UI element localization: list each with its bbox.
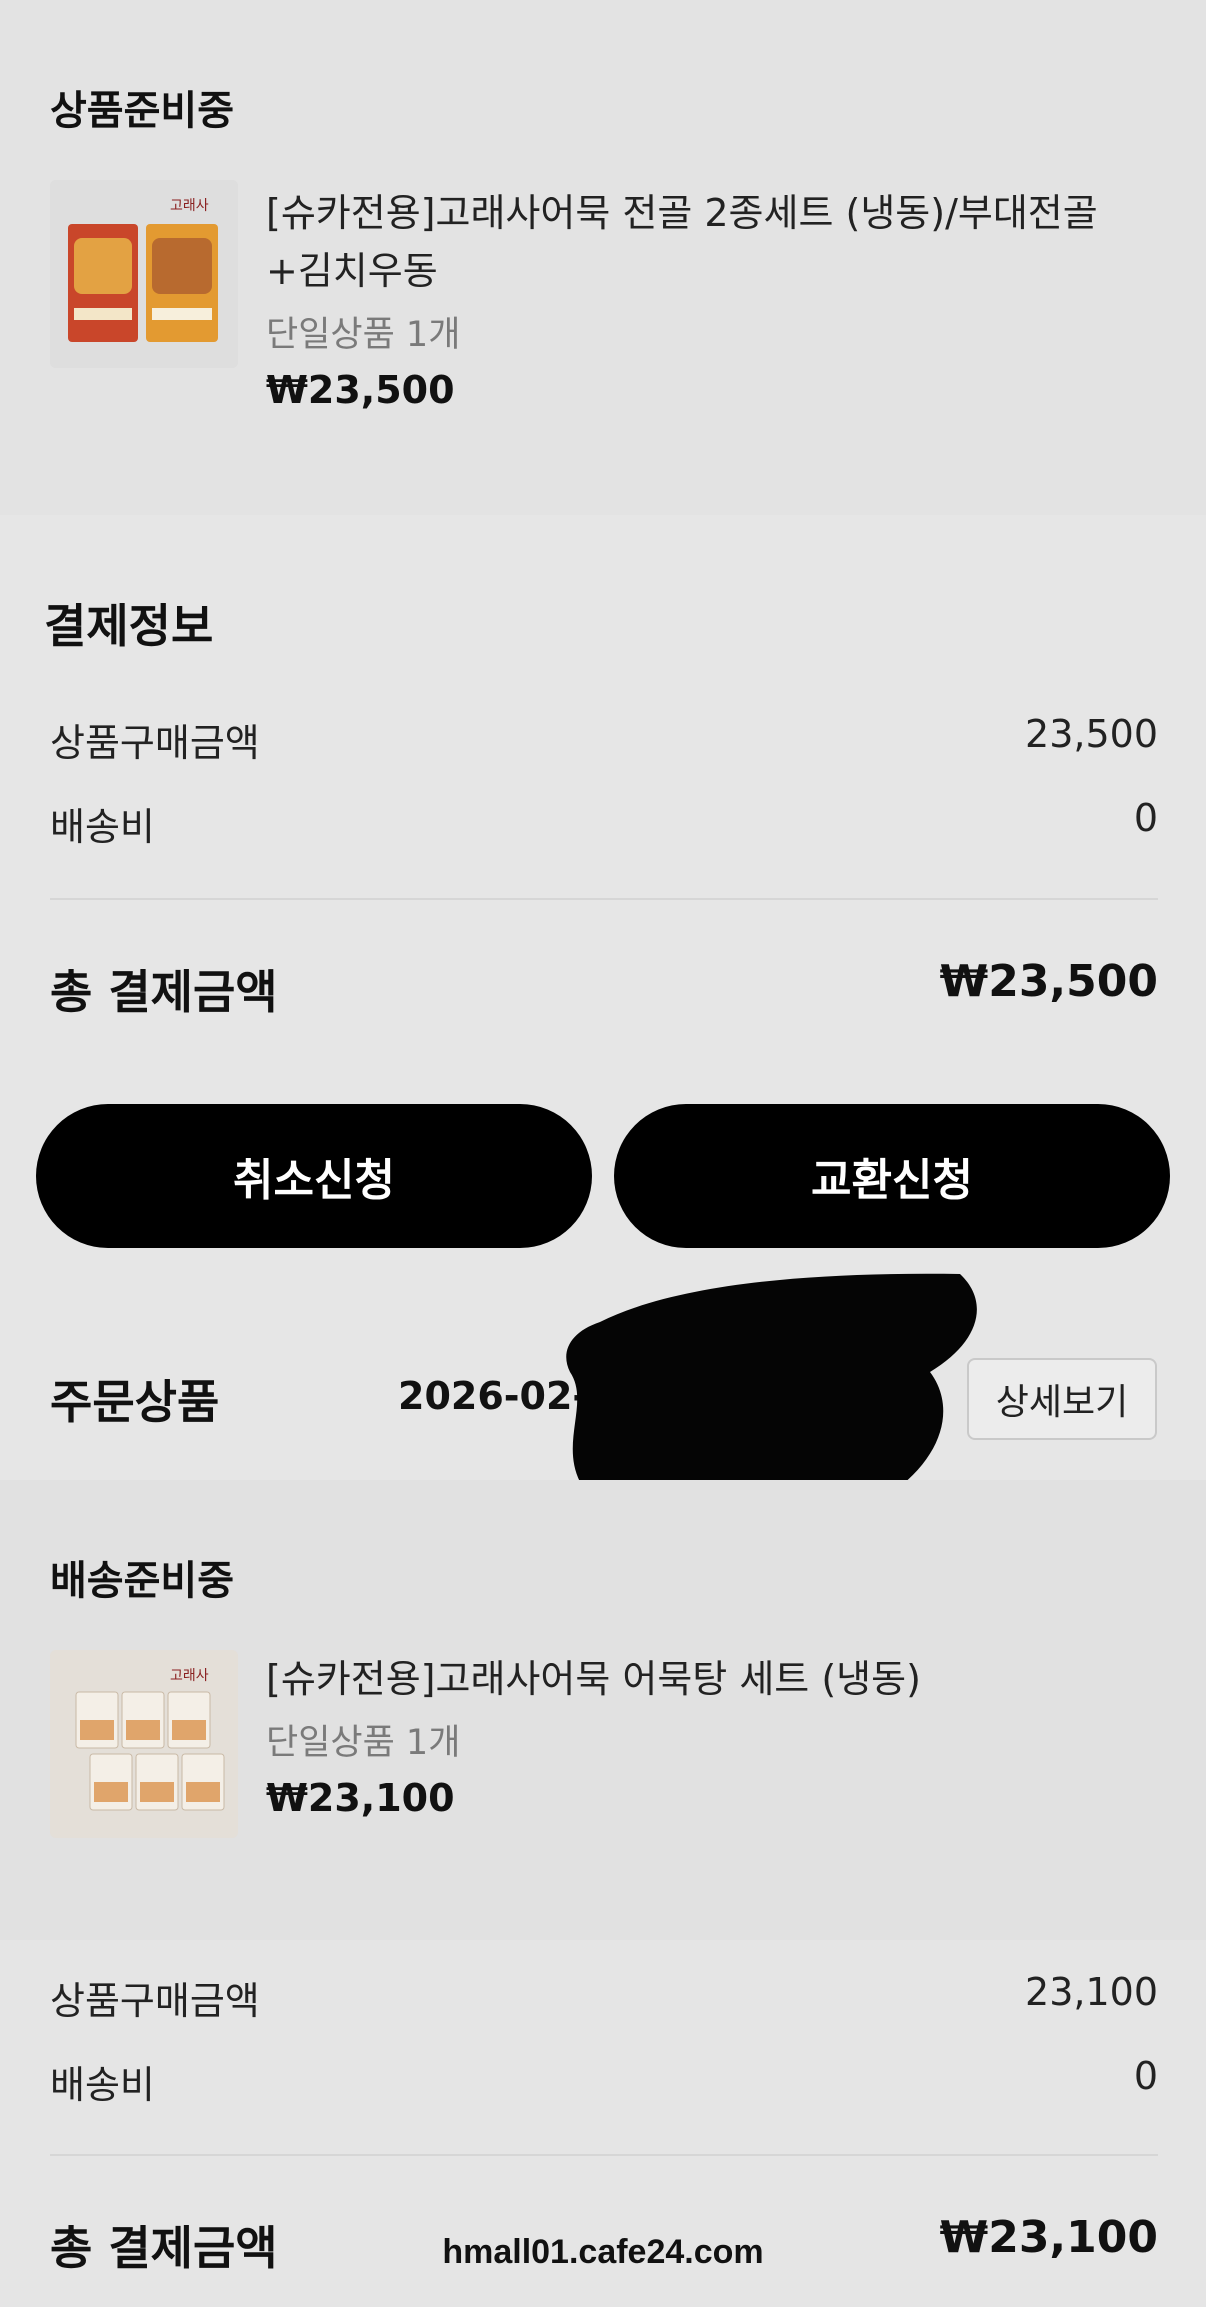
cancel-request-button[interactable]: 취소신청 — [36, 1104, 592, 1248]
divider — [50, 898, 1158, 900]
subtotal-label: 상품구매금액 — [50, 721, 260, 765]
product-option: 단일상품 1개 — [266, 315, 461, 355]
subtotal-label-2: 상품구매금액 — [50, 1979, 260, 2023]
divider-2 — [50, 2154, 1158, 2156]
browser-url-domain[interactable]: hmall01.cafe24.com — [0, 2233, 1206, 2272]
order-status-label: 상품준비중 — [50, 88, 234, 134]
product-name-2[interactable]: [슈카전용]고래사어묵 어묵탕 세트 (냉동) — [266, 1650, 1146, 1708]
shipping-fee-label-2: 배송비 — [50, 2063, 155, 2107]
product-thumbnail-2[interactable]: 고래사 — [50, 1650, 238, 1838]
product-name[interactable]: [슈카전용]고래사어묵 전골 2종세트 (냉동)/부대전골+김치우동 — [266, 184, 1146, 300]
svg-text:고래사: 고래사 — [170, 198, 209, 214]
exchange-request-button[interactable]: 교환신청 — [614, 1104, 1170, 1248]
shipping-fee-label: 배송비 — [50, 805, 155, 849]
shipping-fee-value: 0 — [1133, 796, 1158, 840]
product-thumbnail[interactable]: 고래사 — [50, 180, 238, 368]
order-detail-page: 상품준비중 고래사 [슈카전용]고래사어묵 전골 2종세트 (냉동)/부대전골+… — [0, 0, 1206, 2307]
product-price: ₩23,500 — [266, 368, 455, 412]
subtotal-value: 23,500 — [1025, 712, 1158, 756]
total-payment-value: ₩23,500 — [939, 956, 1158, 1007]
svg-text:고래사: 고래사 — [170, 1668, 209, 1684]
view-details-button[interactable]: 상세보기 — [967, 1358, 1157, 1440]
product-option-2: 단일상품 1개 — [266, 1723, 461, 1763]
total-payment-label: 총 결제금액 — [50, 965, 278, 1019]
product-image-icon: 고래사 — [50, 1650, 238, 1838]
product-image-icon: 고래사 — [50, 180, 238, 368]
order-products-heading: 주문상품 — [50, 1375, 220, 1429]
product-price-2: ₩23,100 — [266, 1776, 455, 1820]
payment-info-heading: 결제정보 — [44, 599, 214, 653]
order-date: 2026-02-24 — [398, 1374, 642, 1418]
shipping-fee-value-2: 0 — [1133, 2054, 1158, 2098]
subtotal-value-2: 23,100 — [1025, 1970, 1158, 2014]
order-status-label-2: 배송준비중 — [50, 1558, 234, 1604]
